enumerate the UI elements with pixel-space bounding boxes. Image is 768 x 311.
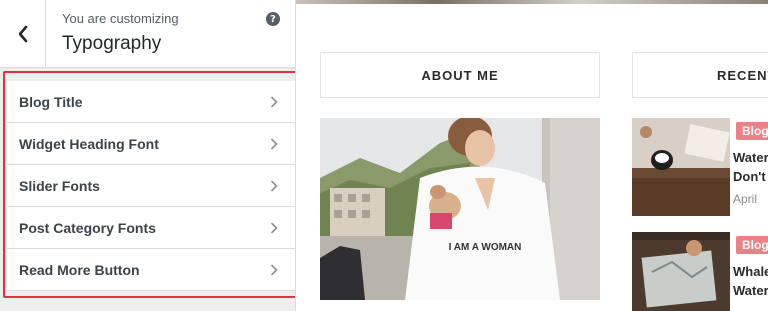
header-image-strip xyxy=(296,0,768,4)
customizing-label: You are customizing xyxy=(62,11,179,26)
menu-item-label: Post Category Fonts xyxy=(19,219,156,236)
menu-item-widget-heading-font[interactable]: Widget Heading Font xyxy=(7,123,295,165)
back-button[interactable] xyxy=(0,0,46,68)
post-title-line[interactable]: Water xyxy=(733,148,768,167)
site-preview: ABOUT ME RECENT I AM A WOMAN xyxy=(296,0,768,311)
menu-item-label: Widget Heading Font xyxy=(19,135,159,152)
menu-item-label: Slider Fonts xyxy=(19,177,100,194)
post-title-line[interactable]: Whale xyxy=(733,262,768,281)
chevron-right-icon xyxy=(270,96,278,108)
menu-item-blog-title[interactable]: Blog Title xyxy=(7,81,295,123)
help-icon[interactable]: ? xyxy=(266,12,280,26)
chevron-right-icon xyxy=(270,138,278,150)
post-title-line[interactable]: Water xyxy=(733,281,768,300)
section-title: Typography xyxy=(62,33,162,54)
menu-item-label: Blog Title xyxy=(19,93,83,110)
menu-item-read-more-button[interactable]: Read More Button xyxy=(7,249,295,291)
customizer-sidebar: You are customizing Typography ? Blog Ti… xyxy=(0,0,296,311)
about-me-title: ABOUT ME xyxy=(421,67,499,83)
chevron-right-icon xyxy=(270,180,278,192)
menu-item-label: Read More Button xyxy=(19,261,140,278)
about-me-photo: I AM A WOMAN xyxy=(320,118,600,300)
typography-menu: Blog Title Widget Heading Font Slider Fo… xyxy=(7,81,295,291)
photo-shirt-text: I AM A WOMAN xyxy=(449,242,522,253)
customizer-header: You are customizing Typography ? xyxy=(0,0,295,68)
post-date: April xyxy=(733,192,758,206)
recent-posts-title: RECENT xyxy=(717,67,768,83)
chevron-right-icon xyxy=(270,222,278,234)
post-thumbnail[interactable] xyxy=(632,232,730,311)
menu-item-post-category-fonts[interactable]: Post Category Fonts xyxy=(7,207,295,249)
about-me-widget-heading: ABOUT ME xyxy=(320,52,600,98)
menu-item-slider-fonts[interactable]: Slider Fonts xyxy=(7,165,295,207)
category-badge[interactable]: Blog xyxy=(736,122,768,140)
recent-posts-widget-heading: RECENT xyxy=(632,52,768,98)
category-badge[interactable]: Blog xyxy=(736,236,768,254)
post-title-line[interactable]: Don't xyxy=(733,167,766,186)
chevron-right-icon xyxy=(270,264,278,276)
post-thumbnail[interactable] xyxy=(632,118,730,216)
chevron-left-icon xyxy=(18,25,27,43)
